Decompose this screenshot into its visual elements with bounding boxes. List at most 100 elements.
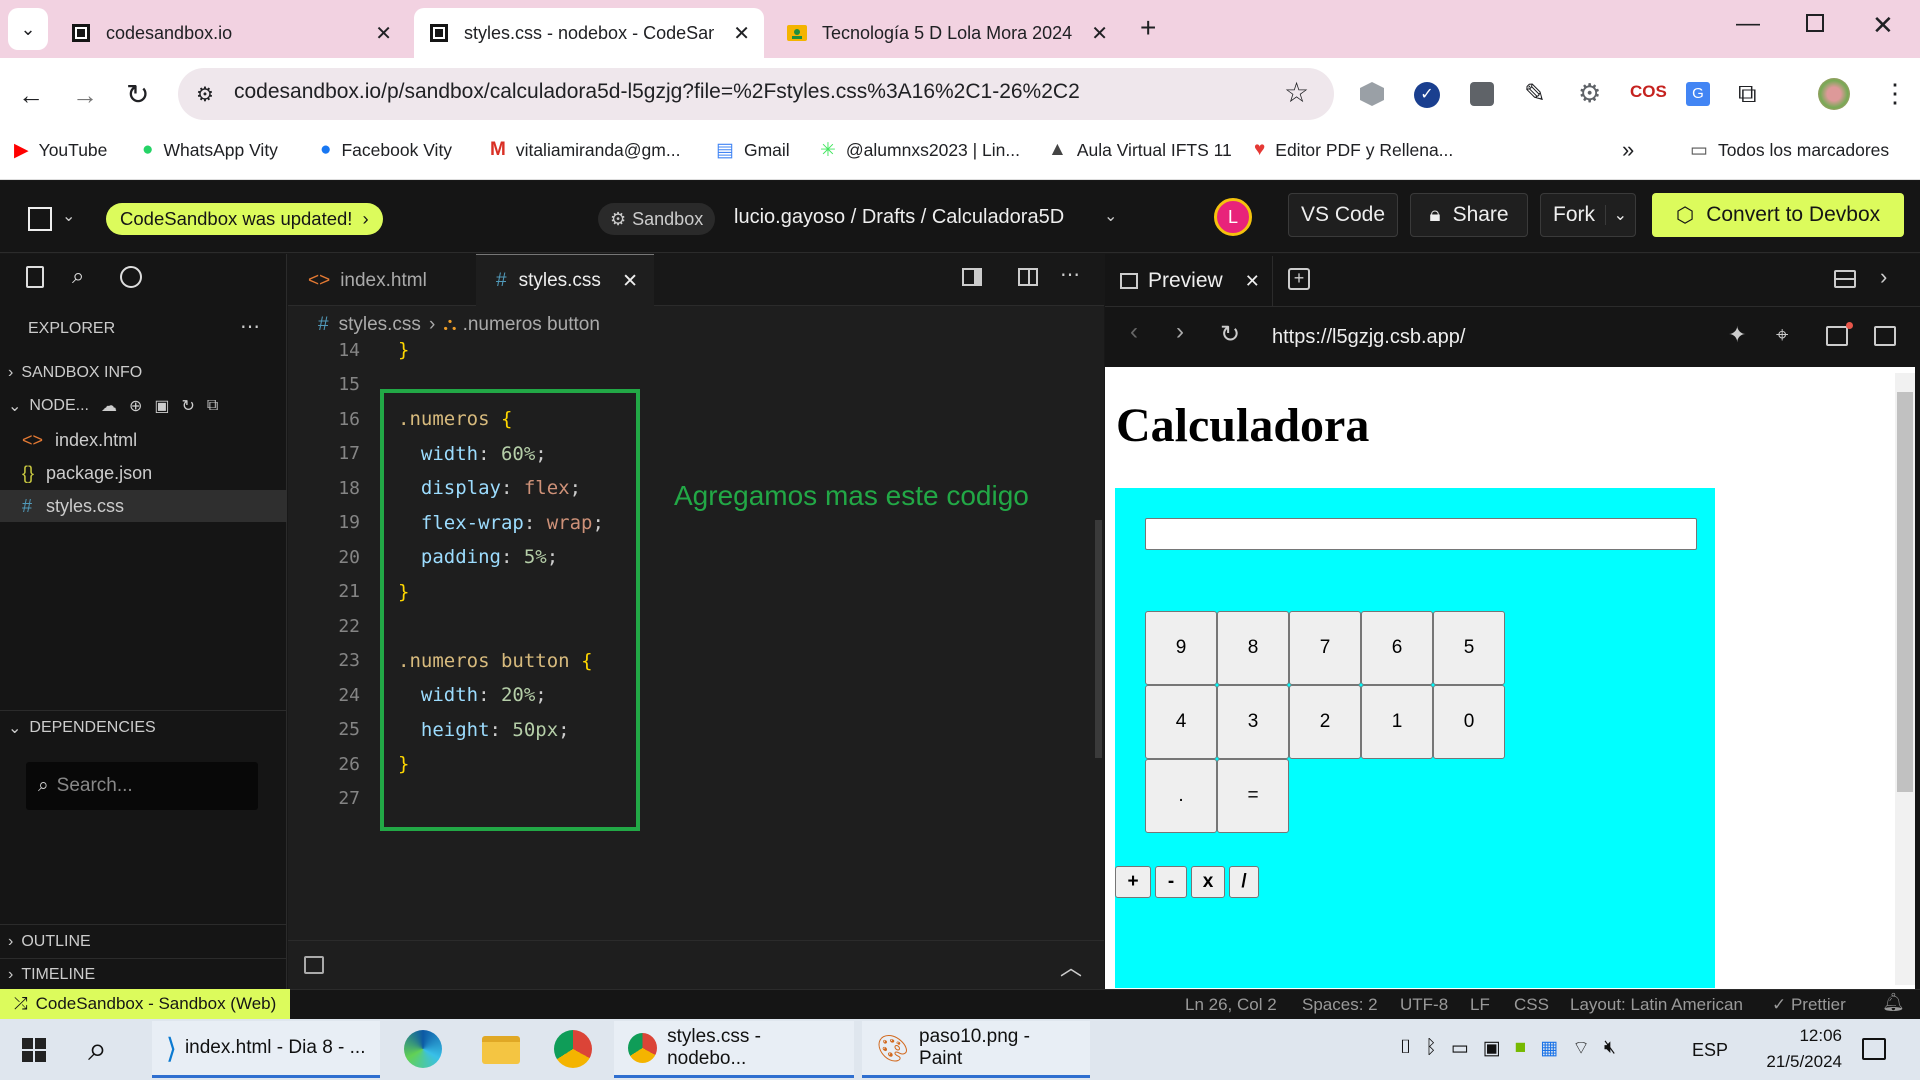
calculator-operator-button[interactable]: x [1191, 866, 1225, 898]
prettier-status[interactable]: ✓ Prettier [1772, 995, 1846, 1015]
open-new-window-icon[interactable] [1874, 326, 1896, 346]
remote-indicator[interactable]: ⤮ CodeSandbox - Sandbox (Web) [0, 989, 291, 1019]
calculator-operator-button[interactable]: + [1115, 866, 1151, 898]
restore-button[interactable] [1806, 14, 1824, 32]
battery-icon[interactable]: ▭ [1451, 1037, 1469, 1060]
translate-icon[interactable]: G [1686, 82, 1710, 106]
all-bookmarks-folder[interactable]: ▭ Todos los marcadores [1690, 128, 1889, 172]
preview-tab[interactable]: Preview ✕ [1120, 256, 1260, 306]
layout-icon[interactable] [1834, 270, 1856, 288]
close-window-button[interactable]: ✕ [1872, 10, 1894, 41]
chevron-down-icon[interactable]: ⌄ [1104, 206, 1117, 226]
calculator-operator-button[interactable]: / [1229, 866, 1259, 898]
volume-muted-icon[interactable]: 🔇︎ [1604, 1037, 1616, 1059]
calculator-digit-button[interactable]: 8 [1217, 611, 1289, 685]
calculator-display-input[interactable] [1145, 518, 1697, 550]
new-folder-icon[interactable]: ▣ [154, 396, 169, 416]
browser-tab-codesandbox[interactable]: codesandbox.io ✕ [56, 8, 406, 58]
close-icon[interactable]: ✕ [1091, 21, 1108, 46]
editor-scrollbar[interactable] [1095, 520, 1102, 758]
wifi-icon[interactable]: ⌔ [1572, 1036, 1590, 1060]
file-explorer-icon[interactable] [482, 1036, 520, 1064]
browser-tab-classroom[interactable]: Tecnología 5 D Lola Mora 2024 ✕ [772, 8, 1122, 58]
section-dependencies[interactable]: ⌄ DEPENDENCIES [0, 712, 287, 744]
csb-logo-icon[interactable] [28, 207, 52, 231]
collapse-icon[interactable]: ⧉ [207, 397, 218, 415]
calculator-operator-button[interactable]: - [1155, 866, 1187, 898]
more-dots-icon[interactable]: ⋯ [1060, 262, 1080, 287]
chevron-down-icon[interactable]: ⌄ [1604, 205, 1635, 225]
extensions-puzzle-icon[interactable]: ⧉ [1738, 78, 1757, 110]
section-node[interactable]: ⌄ NODE... ☁ ⊕ ▣ ↻ ⧉ [0, 390, 287, 422]
calculator-digit-button[interactable]: 1 [1361, 685, 1433, 759]
site-info-icon[interactable]: ⚙ [196, 82, 214, 107]
bookmark-linktree[interactable]: ✳ @alumnxs2023 | Lin... [820, 128, 1020, 172]
bookmark-star-icon[interactable]: ☆ [1284, 76, 1309, 109]
tab-styles-css[interactable]: # styles.css ✕ [476, 254, 654, 307]
taskbar-app-paint[interactable]: 🎨︎ paso10.png - Paint [862, 1021, 1090, 1078]
url-text[interactable]: codesandbox.io/p/sandbox/calculadora5d-l… [234, 80, 1284, 104]
section-outline[interactable]: › OUTLINE [0, 926, 287, 958]
preview-back-icon[interactable]: ‹ [1130, 318, 1138, 346]
more-bookmarks-icon[interactable]: » [1622, 128, 1634, 172]
extension-copy-icon[interactable] [1470, 82, 1494, 106]
notifications-icon[interactable] [1862, 1038, 1886, 1060]
tab-search-button[interactable]: ⌄ [8, 8, 48, 50]
section-sandbox-info[interactable]: › SANDBOX INFO [0, 357, 287, 389]
calculator-digit-button[interactable]: 6 [1361, 611, 1433, 685]
calculator-digit-button[interactable]: 0 [1433, 685, 1505, 759]
split-editor-icon[interactable] [1018, 268, 1038, 286]
bell-icon[interactable]: 🔔︎ [1882, 992, 1905, 1013]
add-tab-icon[interactable]: + [1288, 268, 1310, 290]
vscode-button[interactable]: VS Code [1288, 193, 1398, 237]
calculator-digit-button[interactable]: 4 [1145, 685, 1217, 759]
line-ending[interactable]: LF [1470, 995, 1490, 1015]
minimize-button[interactable]: — [1736, 10, 1760, 38]
code-line[interactable]: 14} [288, 333, 1104, 368]
extension-cos-icon[interactable]: COS [1630, 82, 1667, 102]
taskbar-app-chrome[interactable]: styles.css - nodebo... [614, 1021, 854, 1078]
file-package-json[interactable]: {} package.json [0, 457, 287, 489]
nvidia-icon[interactable]: ■ [1515, 1037, 1526, 1059]
extension-gear-icon[interactable]: ⚙ [1578, 78, 1601, 109]
refresh-icon[interactable]: ↻ [182, 396, 195, 416]
edge-icon[interactable] [404, 1030, 442, 1068]
calculator-digit-button[interactable]: . [1145, 759, 1217, 833]
bookmark-youtube[interactable]: ▶ YouTube [14, 128, 107, 172]
calculator-digit-button[interactable]: 2 [1289, 685, 1361, 759]
convert-devbox-button[interactable]: ⬡ Convert to Devbox [1652, 193, 1904, 237]
fork-button[interactable]: Fork ⌄ [1540, 193, 1636, 237]
calculator-digit-button[interactable]: 3 [1217, 685, 1289, 759]
bookmark-whatsapp[interactable]: ● WhatsApp Vity [142, 128, 278, 172]
chevron-down-icon[interactable]: ⌄ [62, 206, 75, 226]
cloud-icon[interactable]: ☁ [101, 396, 117, 416]
file-styles-css[interactable]: # styles.css [0, 490, 287, 522]
files-icon[interactable] [26, 266, 44, 288]
clock-date[interactable]: 21/5/2024 [1752, 1052, 1842, 1072]
new-file-icon[interactable]: ⊕ [129, 396, 142, 416]
network-app-icon[interactable]: ▦ [1540, 1037, 1558, 1060]
close-icon[interactable]: ✕ [1245, 271, 1260, 292]
clock-time[interactable]: 12:06 [1768, 1026, 1842, 1046]
close-icon[interactable]: ✕ [622, 270, 638, 293]
dependency-search-input[interactable]: ⌕ Search... [26, 762, 258, 810]
indentation[interactable]: Spaces: 2 [1302, 995, 1378, 1015]
bluetooth-icon[interactable]: ᛒ [1425, 1037, 1436, 1059]
chrome-icon[interactable] [554, 1030, 592, 1068]
keyboard-layout[interactable]: Layout: Latin American [1570, 995, 1743, 1015]
input-language[interactable]: ESP [1692, 1040, 1728, 1061]
preview-scrollbar-thumb[interactable] [1897, 392, 1913, 792]
bookmark-facebook[interactable]: ● Facebook Vity [320, 128, 452, 172]
bookmark-aula-virtual[interactable]: ▲ Aula Virtual IFTS 11 [1048, 128, 1232, 172]
update-badge[interactable]: CodeSandbox was updated! › [106, 203, 383, 235]
preview-forward-icon[interactable]: › [1176, 318, 1184, 346]
chevron-right-icon[interactable]: › [1880, 264, 1887, 290]
tab-index-html[interactable]: <> index.html [288, 256, 474, 306]
console-icon[interactable] [1826, 326, 1848, 346]
search-icon[interactable]: ⌕ [72, 263, 84, 289]
section-timeline[interactable]: › TIMELINE [0, 959, 287, 991]
github-icon[interactable] [120, 266, 142, 288]
user-avatar[interactable]: L [1214, 198, 1252, 236]
bookmark-gmail[interactable]: ▤ Gmail [716, 128, 790, 172]
bookmark-pdf-editor[interactable]: ♥ Editor PDF y Rellena... [1254, 128, 1453, 172]
